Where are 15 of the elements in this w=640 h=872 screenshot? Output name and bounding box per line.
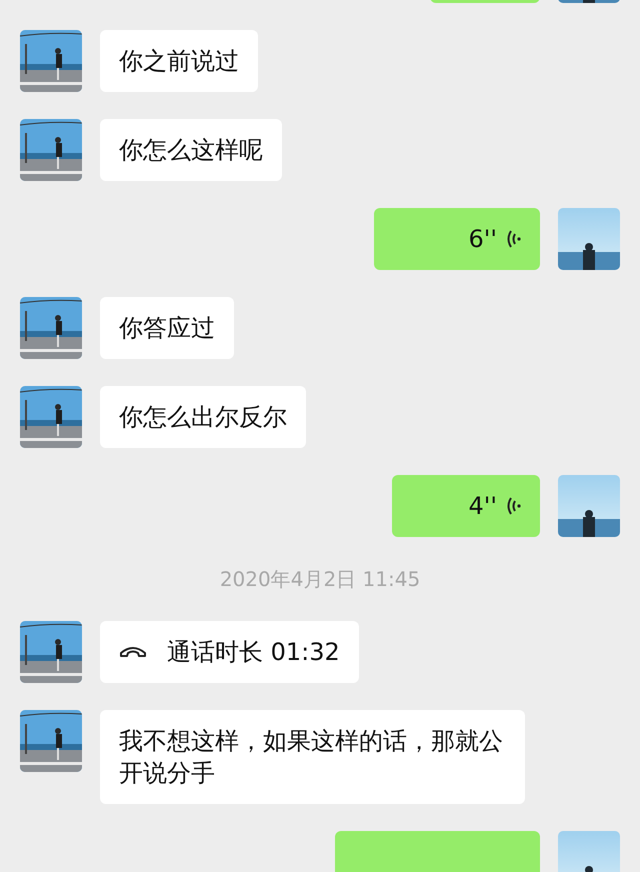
voice-message-bubble[interactable]: 4'' [392,475,540,537]
timestamp: 2020年4月2日 11:45 [220,566,420,593]
voice-wave-icon [507,496,521,516]
message-bubble: 你答应过 [100,297,234,359]
message-bubble: 我不想这样，如果这样的话，那就公开说分手 [100,710,525,804]
voice-message-bubble[interactable]: 6'' [374,208,540,270]
message-bubble: 你之前说过 [100,30,258,92]
phone-handset-icon [119,646,147,658]
voice-wave-icon [507,229,521,249]
call-record-bubble[interactable]: 通话时长 01:32 [100,621,359,683]
message-bubble: 你怎么出尔反尔 [100,386,306,448]
voice-duration: 4'' [468,491,497,522]
call-duration: 通话时长 01:32 [167,637,340,668]
message-bubble: 你怎么这样呢 [100,119,282,181]
voice-duration: 6'' [468,224,497,255]
